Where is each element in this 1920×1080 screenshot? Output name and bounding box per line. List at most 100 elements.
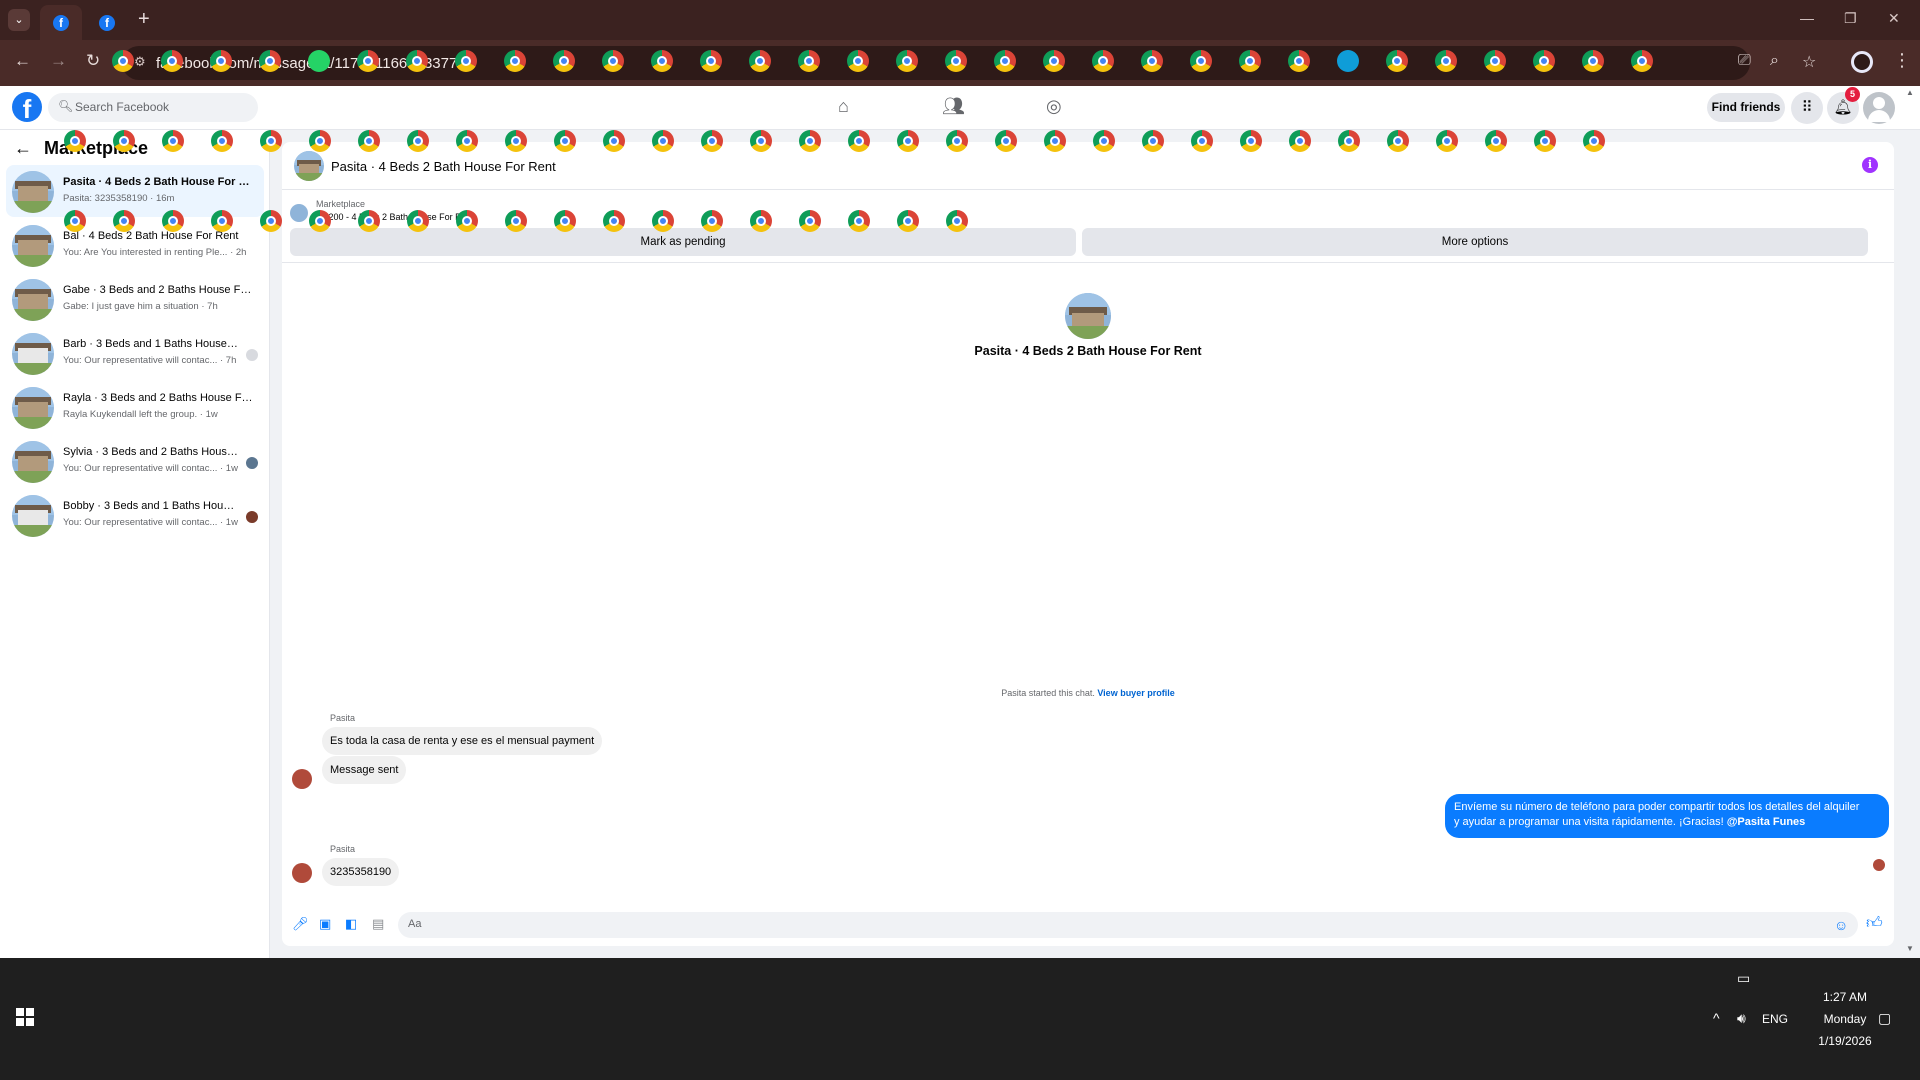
chrome-taskbar-icon[interactable] <box>897 130 919 152</box>
chrome-taskbar-icon[interactable] <box>603 130 625 152</box>
conversation-item[interactable]: Rayla · 3 Beds and 2 Baths House For Ren… <box>6 381 264 433</box>
chrome-taskbar-icon[interactable] <box>750 210 772 232</box>
facebook-logo[interactable]: f <box>12 92 42 124</box>
view-buyer-profile-link[interactable]: View buyer profile <box>1097 688 1174 698</box>
chrome-taskbar-icon[interactable] <box>113 210 135 232</box>
browser-tab-facebook-1[interactable]: f <box>40 5 82 40</box>
chrome-taskbar-icon[interactable] <box>799 210 821 232</box>
chrome-taskbar-icon[interactable] <box>1240 130 1262 152</box>
thumbs-up-icon[interactable]: 👍︎ <box>1866 914 1883 933</box>
chrome-taskbar-icon[interactable] <box>1289 130 1311 152</box>
scroll-down-icon[interactable]: ▼ <box>1906 944 1914 953</box>
groups-icon[interactable]: ◎ <box>1046 96 1062 117</box>
chrome-taskbar-icon[interactable] <box>700 50 722 72</box>
chrome-taskbar-icon[interactable] <box>1533 50 1555 72</box>
chrome-taskbar-icon[interactable] <box>1386 50 1408 72</box>
chrome-taskbar-icon[interactable] <box>260 130 282 152</box>
chrome-taskbar-icon[interactable] <box>504 50 526 72</box>
chrome-taskbar-icon[interactable] <box>749 50 771 72</box>
incoming-message[interactable]: Es toda la casa de renta y ese es el men… <box>322 727 603 755</box>
message-input[interactable]: Aa <box>398 912 1858 938</box>
chrome-taskbar-icon[interactable] <box>407 210 429 232</box>
clock-day[interactable]: Monday <box>1800 1012 1890 1026</box>
chrome-taskbar-icon[interactable] <box>358 130 380 152</box>
chrome-taskbar-icon[interactable] <box>1485 130 1507 152</box>
search-input[interactable]: 🔍︎ Search Facebook <box>48 93 258 122</box>
chrome-taskbar-icon[interactable] <box>848 210 870 232</box>
chrome-taskbar-icon[interactable] <box>995 130 1017 152</box>
info-icon[interactable]: i <box>1862 157 1878 173</box>
notification-center-icon[interactable]: ▢ <box>1878 1010 1891 1027</box>
chrome-taskbar-icon[interactable] <box>1191 130 1213 152</box>
incoming-message[interactable]: Message sent <box>322 756 407 784</box>
chat-title[interactable]: Pasita · 4 Beds 2 Bath House For Rent <box>331 159 556 174</box>
clock-date[interactable]: 1/19/2026 <box>1800 1034 1890 1048</box>
chrome-taskbar-icon[interactable] <box>309 210 331 232</box>
browser-menu-icon[interactable]: ⋮ <box>1893 50 1911 71</box>
account-avatar[interactable] <box>1863 92 1895 124</box>
chrome-taskbar-icon[interactable] <box>1044 130 1066 152</box>
chrome-taskbar-icon[interactable] <box>946 210 968 232</box>
chrome-taskbar-icon[interactable] <box>750 130 772 152</box>
chrome-taskbar-icon[interactable] <box>1288 50 1310 72</box>
browser-tab-facebook-2[interactable]: f <box>86 5 128 40</box>
chat-listing-thumbnail[interactable] <box>294 151 324 181</box>
chrome-taskbar-icon[interactable] <box>456 130 478 152</box>
chrome-taskbar-icon[interactable] <box>1142 130 1164 152</box>
scroll-up-icon[interactable]: ▲ <box>1906 88 1914 97</box>
chrome-taskbar-icon[interactable] <box>1092 50 1114 72</box>
chrome-taskbar-icon[interactable] <box>211 210 233 232</box>
chrome-taskbar-icon[interactable] <box>1435 50 1457 72</box>
chrome-taskbar-icon[interactable] <box>1093 130 1115 152</box>
more-options-button[interactable]: More options <box>1082 228 1868 256</box>
chrome-taskbar-icon[interactable] <box>651 50 673 72</box>
reload-icon[interactable]: ↻ <box>86 51 100 71</box>
edge-taskbar-icon[interactable] <box>1337 50 1359 72</box>
chrome-taskbar-icon[interactable] <box>259 50 281 72</box>
chrome-taskbar-icon[interactable] <box>945 50 967 72</box>
chrome-taskbar-icon[interactable] <box>162 210 184 232</box>
chrome-taskbar-icon[interactable] <box>553 50 575 72</box>
home-icon[interactable]: ⌂ <box>838 96 849 117</box>
emoji-icon[interactable]: ☺ <box>1834 917 1848 933</box>
back-arrow-icon[interactable]: ← <box>14 138 32 158</box>
language-indicator[interactable]: ENG <box>1762 1012 1788 1026</box>
chrome-taskbar-icon[interactable] <box>701 130 723 152</box>
chrome-taskbar-icon[interactable] <box>456 210 478 232</box>
chrome-taskbar-icon[interactable] <box>112 50 134 72</box>
chrome-taskbar-icon[interactable] <box>798 50 820 72</box>
chrome-taskbar-icon[interactable] <box>701 210 723 232</box>
chrome-taskbar-icon[interactable] <box>406 50 428 72</box>
restore-icon[interactable]: ❐ <box>1844 10 1857 27</box>
minimize-icon[interactable]: — <box>1800 10 1814 26</box>
chrome-taskbar-icon[interactable] <box>64 130 86 152</box>
chrome-taskbar-icon[interactable] <box>896 50 918 72</box>
menu-grid-icon[interactable]: ⠿ <box>1791 92 1823 124</box>
chrome-taskbar-icon[interactable] <box>455 50 477 72</box>
bookmark-star-icon[interactable]: ☆ <box>1802 52 1816 72</box>
site-settings-icon[interactable]: ⚙ <box>134 54 146 70</box>
conversation-item[interactable]: Gabe · 3 Beds and 2 Baths House For Rent… <box>6 273 264 325</box>
mark-as-pending-button[interactable]: Mark as pending <box>290 228 1076 256</box>
install-app-icon[interactable]: ⎚ <box>1738 52 1751 70</box>
conversation-item[interactable]: Barb · 3 Beds and 1 Baths House For Rent… <box>6 327 264 379</box>
chrome-taskbar-icon[interactable] <box>554 210 576 232</box>
show-hidden-icons-chevron-icon[interactable]: ^ <box>1713 1010 1720 1026</box>
photo-icon[interactable]: ▣ <box>319 916 331 932</box>
chrome-taskbar-icon[interactable] <box>847 50 869 72</box>
chrome-taskbar-icon[interactable] <box>1583 130 1605 152</box>
new-tab-button[interactable]: + <box>138 8 150 30</box>
chrome-taskbar-icon[interactable] <box>1190 50 1212 72</box>
find-friends-button[interactable]: Find friends <box>1707 93 1785 122</box>
sticker-icon[interactable]: ◧ <box>345 916 357 932</box>
chrome-taskbar-icon[interactable] <box>211 130 233 152</box>
display-icon[interactable]: ▭ <box>1737 970 1750 987</box>
chrome-taskbar-icon[interactable] <box>260 210 282 232</box>
chrome-taskbar-icon[interactable] <box>1631 50 1653 72</box>
chrome-taskbar-icon[interactable] <box>946 130 968 152</box>
chrome-taskbar-icon[interactable] <box>897 210 919 232</box>
chrome-taskbar-icon[interactable] <box>1043 50 1065 72</box>
chrome-taskbar-icon[interactable] <box>161 50 183 72</box>
chrome-taskbar-icon[interactable] <box>652 130 674 152</box>
close-window-icon[interactable]: ✕ <box>1888 10 1900 27</box>
